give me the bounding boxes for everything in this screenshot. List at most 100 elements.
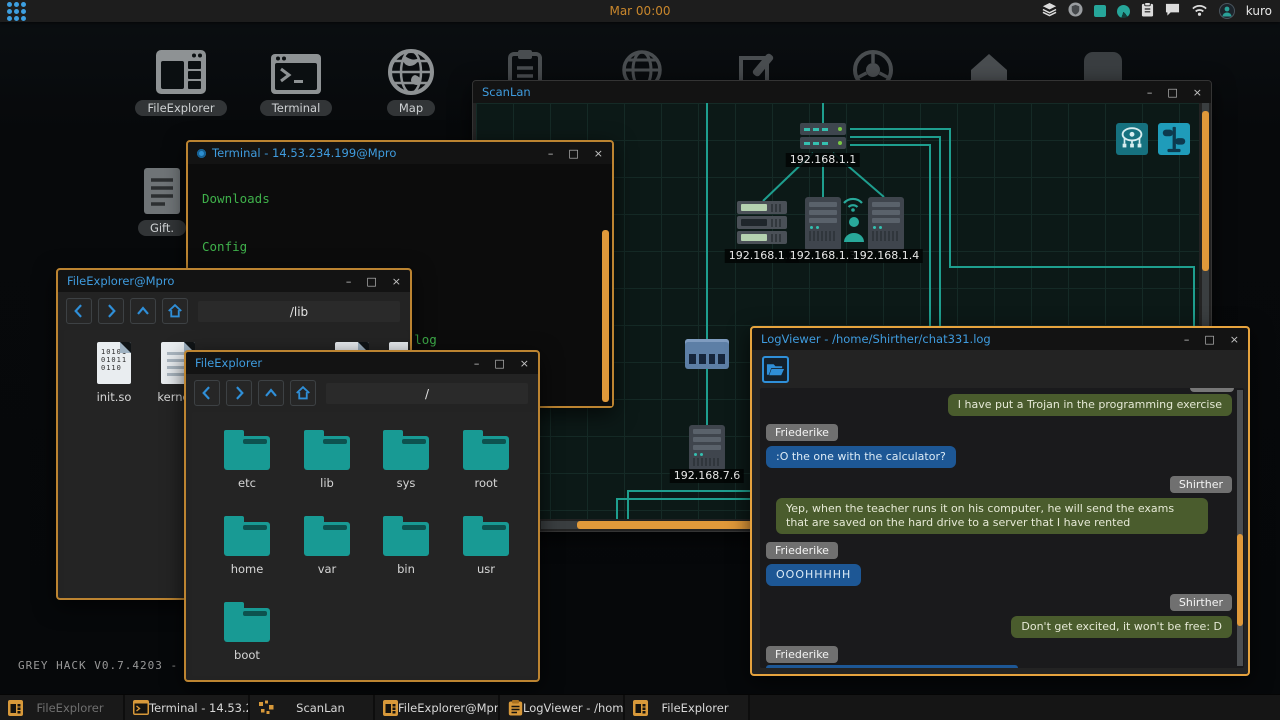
network-node-rack[interactable] <box>737 201 787 246</box>
taskbar-item-fileexplorer2[interactable]: FileExplorer <box>625 695 750 720</box>
desktop-icon-fileexplorer[interactable]: FileExplorer <box>126 48 236 116</box>
taskbar-item-scanlan[interactable]: ScanLan <box>250 695 375 720</box>
chevron-right-icon <box>101 301 121 321</box>
open-file-button[interactable] <box>762 356 789 383</box>
path-bar[interactable]: / <box>326 383 528 404</box>
partial-chat-bubble <box>766 665 1018 668</box>
back-button[interactable] <box>66 298 92 324</box>
forward-button[interactable] <box>98 298 124 324</box>
home-button[interactable] <box>290 380 316 406</box>
username[interactable]: kuro <box>1246 4 1272 18</box>
maximize-button[interactable]: □ <box>366 276 376 287</box>
terminal-app-icon <box>197 149 206 158</box>
folder-item[interactable]: root <box>454 428 518 490</box>
shield-icon[interactable] <box>1068 2 1083 21</box>
desktop-icon-label: FileExplorer <box>135 100 226 116</box>
close-button[interactable]: × <box>594 148 603 159</box>
chat-log-area[interactable]: I have put a Trojan in the programming e… <box>760 388 1244 668</box>
signpost-tool-button[interactable] <box>1158 123 1190 155</box>
logviewer-titlebar[interactable]: LogViewer - /home/Shirther/chat331.log –… <box>752 328 1248 350</box>
desktop-icon-map[interactable]: Map <box>356 48 466 116</box>
home-button[interactable] <box>162 298 188 324</box>
fe-mpro-titlebar[interactable]: FileExplorer@Mpro – □ × <box>58 270 410 292</box>
scanlan-titlebar[interactable]: ScanLan – □ × <box>473 81 1211 103</box>
window-logviewer: LogViewer - /home/Shirther/chat331.log –… <box>750 326 1250 676</box>
node-ip-label: 192.168.1.4 <box>849 249 923 263</box>
folder-item[interactable]: lib <box>295 428 359 490</box>
minimize-button[interactable]: – <box>1184 334 1190 345</box>
terminal-scroll-thumb[interactable] <box>602 230 609 402</box>
taskbar-item-label: ScanLan <box>274 701 373 715</box>
folder-item[interactable]: usr <box>454 514 518 576</box>
vscroll-thumb[interactable] <box>1202 111 1209 271</box>
user-icon <box>842 215 866 247</box>
folder-icon <box>304 436 350 470</box>
taskbar-item-fileexplorer-mpro[interactable]: FileExplorer@Mpro <box>375 695 500 720</box>
taskbar-item-fileexplorer[interactable]: FileExplorer <box>0 695 125 720</box>
maximize-button[interactable]: □ <box>568 148 578 159</box>
status-pie-icon[interactable] <box>1117 5 1130 18</box>
desktop-icon-terminal[interactable]: Terminal <box>241 52 351 116</box>
fe-titlebar[interactable]: FileExplorer – □ × <box>186 352 538 374</box>
home-icon <box>165 301 185 321</box>
chat-icon[interactable] <box>1165 2 1180 21</box>
fe-file-area[interactable]: etc lib sys root home var bin usr boot <box>192 412 536 676</box>
folder-icon <box>463 522 509 556</box>
minimize-button[interactable]: – <box>548 148 554 159</box>
folder-item[interactable]: home <box>215 514 279 576</box>
terminal-line: Config <box>202 239 612 255</box>
folder-icon <box>224 608 270 642</box>
folder-item[interactable]: sys <box>374 428 438 490</box>
folder-name: root <box>474 476 497 490</box>
minimize-button[interactable]: – <box>474 358 480 369</box>
up-button[interactable] <box>258 380 284 406</box>
maximize-button[interactable]: □ <box>494 358 504 369</box>
close-button[interactable]: × <box>392 276 401 287</box>
spy-tool-button[interactable] <box>1116 123 1148 155</box>
user-avatar[interactable] <box>1219 3 1235 19</box>
chat-bubble: Don't get excited, it won't be free: D <box>1011 616 1232 638</box>
path-bar[interactable]: /lib <box>198 301 400 322</box>
up-button[interactable] <box>130 298 156 324</box>
network-node-remote[interactable] <box>689 425 725 471</box>
folder-item[interactable]: bin <box>374 514 438 576</box>
logviewer-icon <box>508 700 523 716</box>
window-title: FileExplorer <box>195 356 262 370</box>
network-node-router[interactable] <box>800 123 846 151</box>
network-node-pc4[interactable] <box>868 197 904 251</box>
network-node-pc3[interactable] <box>805 197 841 251</box>
close-button[interactable]: × <box>520 358 529 369</box>
taskbar-item-label: LogViewer - /home... <box>523 701 623 715</box>
wifi-icon[interactable] <box>1191 2 1208 21</box>
taskbar-item-terminal[interactable]: Terminal - 14.53.234... <box>125 695 250 720</box>
taskbar-item-logviewer[interactable]: LogViewer - /home... <box>500 695 625 720</box>
folder-icon <box>224 522 270 556</box>
taskbar: FileExplorer Terminal - 14.53.234... Sca… <box>0 694 1280 720</box>
layers-icon[interactable] <box>1042 2 1057 21</box>
fileexplorer-icon <box>633 700 648 716</box>
maximize-button[interactable]: □ <box>1204 334 1214 345</box>
chat-sender: Friederike <box>766 424 838 441</box>
clipboard-icon[interactable] <box>1141 2 1154 21</box>
forward-button[interactable] <box>226 380 252 406</box>
terminal-titlebar[interactable]: Terminal - 14.53.234.199@Mpro – □ × <box>188 142 612 164</box>
status-square-icon[interactable] <box>1094 5 1106 17</box>
file-item[interactable]: 10101010110110 init.so <box>82 342 146 404</box>
folder-item[interactable]: boot <box>215 600 279 662</box>
close-button[interactable]: × <box>1193 87 1202 98</box>
chat-scroll-thumb[interactable] <box>1237 534 1243 626</box>
chevron-up-icon <box>261 383 281 403</box>
maximize-button[interactable]: □ <box>1167 87 1177 98</box>
close-button[interactable]: × <box>1230 334 1239 345</box>
chat-scrollbar[interactable] <box>1237 390 1243 666</box>
minimize-button[interactable]: – <box>346 276 352 287</box>
window-title: FileExplorer@Mpro <box>67 274 174 288</box>
folder-name: boot <box>234 648 260 662</box>
folder-item[interactable]: var <box>295 514 359 576</box>
document-icon <box>141 166 183 216</box>
folder-item[interactable]: etc <box>215 428 279 490</box>
network-node-switch[interactable] <box>685 339 729 369</box>
back-button[interactable] <box>194 380 220 406</box>
eye-bot-icon <box>1117 124 1147 154</box>
minimize-button[interactable]: – <box>1147 87 1153 98</box>
